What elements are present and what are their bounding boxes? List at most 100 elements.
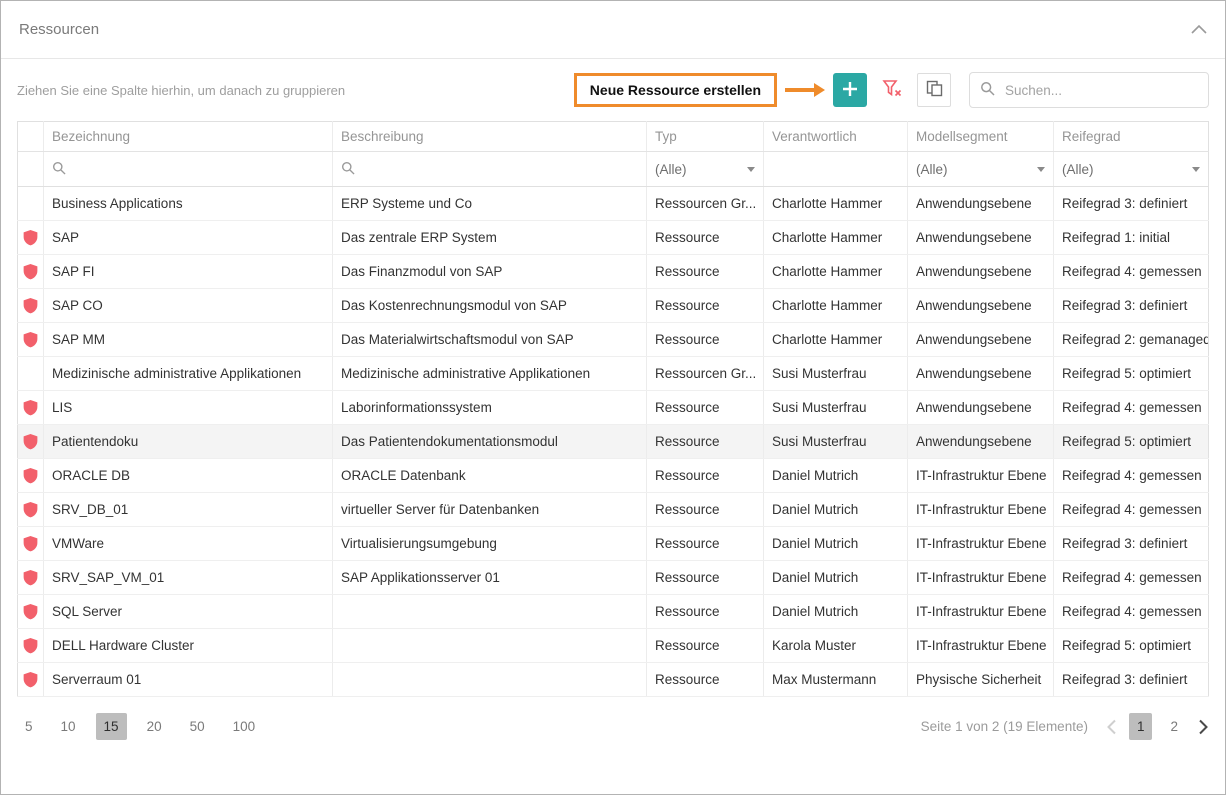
cell-modellsegment: IT-Infrastruktur Ebene	[908, 459, 1054, 493]
clear-filter-icon	[882, 79, 902, 101]
table-row[interactable]: DELL Hardware ClusterRessourceKarola Mus…	[18, 629, 1209, 663]
table-row[interactable]: Serverraum 01RessourceMax MustermannPhys…	[18, 663, 1209, 697]
next-page-icon[interactable]	[1198, 719, 1209, 735]
filter-row: (Alle) (Alle) (Alle)	[18, 152, 1209, 187]
prev-page-icon[interactable]	[1106, 719, 1117, 735]
cell-reifegrad: Reifegrad 5: optimiert	[1054, 629, 1209, 663]
table-row[interactable]: ORACLE DBORACLE DatenbankRessourceDaniel…	[18, 459, 1209, 493]
cell-typ: Ressource	[647, 221, 764, 255]
table-row[interactable]: SRV_DB_01virtueller Server für Datenbank…	[18, 493, 1209, 527]
column-chooser-button[interactable]	[917, 73, 951, 107]
search-icon	[980, 81, 995, 99]
page-size-option[interactable]: 50	[182, 713, 213, 740]
table-row[interactable]: SAP FIDas Finanzmodul von SAPRessourceCh…	[18, 255, 1209, 289]
shield-icon	[23, 399, 38, 416]
cell-bezeichnung: LIS	[44, 391, 333, 425]
table-row[interactable]: LISLaborinformationssystemRessourceSusi …	[18, 391, 1209, 425]
cell-beschreibung: Medizinische administrative Applikatione…	[333, 357, 647, 391]
page-number[interactable]: 1	[1129, 713, 1153, 740]
cell-modellsegment: Anwendungsebene	[908, 289, 1054, 323]
search-box[interactable]	[969, 72, 1209, 108]
cell-modellsegment: Anwendungsebene	[908, 391, 1054, 425]
page-size-option[interactable]: 20	[139, 713, 170, 740]
pager-info: Seite 1 von 2 (19 Elemente)	[921, 719, 1088, 734]
table-row[interactable]: SRV_SAP_VM_01SAP Applikationsserver 01Re…	[18, 561, 1209, 595]
cell-typ: Ressource	[647, 425, 764, 459]
filter-icon-cell	[18, 152, 44, 187]
chevron-down-icon	[1037, 167, 1045, 172]
cell-reifegrad: Reifegrad 4: gemessen	[1054, 459, 1209, 493]
add-resource-button[interactable]	[833, 73, 867, 107]
column-header-modellsegment[interactable]: Modellsegment	[908, 122, 1054, 152]
table-row[interactable]: VMWareVirtualisierungsumgebungRessourceD…	[18, 527, 1209, 561]
cell-bezeichnung: SAP FI	[44, 255, 333, 289]
row-type-cell	[18, 289, 44, 323]
clear-filter-button[interactable]	[875, 73, 909, 107]
row-type-cell	[18, 391, 44, 425]
cell-bezeichnung: Serverraum 01	[44, 663, 333, 697]
row-type-cell	[18, 323, 44, 357]
cell-reifegrad: Reifegrad 4: gemessen	[1054, 391, 1209, 425]
search-input[interactable]	[1003, 82, 1198, 99]
resources-table: Bezeichnung Beschreibung Typ Verantwortl…	[17, 121, 1209, 697]
row-type-cell	[18, 527, 44, 561]
row-type-cell	[18, 595, 44, 629]
pager: 5 10 15 20 50 100 Seite 1 von 2 (19 Elemente)…	[1, 697, 1225, 756]
cell-verantwortlich: Charlotte Hammer	[764, 255, 908, 289]
cell-modellsegment: Anwendungsebene	[908, 357, 1054, 391]
column-header-reifegrad[interactable]: Reifegrad	[1054, 122, 1209, 152]
filter-value: (Alle)	[916, 162, 948, 177]
page-size-option[interactable]: 100	[225, 713, 264, 740]
shield-icon	[23, 671, 38, 688]
shield-icon	[23, 637, 38, 654]
column-header-verantwortlich[interactable]: Verantwortlich	[764, 122, 908, 152]
column-header-beschreibung[interactable]: Beschreibung	[333, 122, 647, 152]
filter-verantwortlich[interactable]	[764, 152, 908, 187]
page-number[interactable]: 2	[1162, 713, 1186, 740]
row-type-cell	[18, 493, 44, 527]
table-row[interactable]: Business ApplicationsERP Systeme und CoR…	[18, 187, 1209, 221]
shield-icon	[23, 467, 38, 484]
filter-value: (Alle)	[655, 162, 687, 177]
cell-verantwortlich: Charlotte Hammer	[764, 187, 908, 221]
cell-verantwortlich: Susi Musterfrau	[764, 357, 908, 391]
row-type-cell	[18, 255, 44, 289]
cell-beschreibung: Das zentrale ERP System	[333, 221, 647, 255]
table-row[interactable]: Medizinische administrative Applikatione…	[18, 357, 1209, 391]
row-type-cell	[18, 663, 44, 697]
filter-select-reifegrad[interactable]: (Alle)	[1054, 152, 1209, 187]
filter-input-bezeichnung[interactable]	[44, 152, 333, 187]
page-size-option[interactable]: 5	[17, 713, 41, 740]
table-row[interactable]: SAPDas zentrale ERP SystemRessourceCharl…	[18, 221, 1209, 255]
page-size-option[interactable]: 15	[96, 713, 127, 740]
column-header-typ[interactable]: Typ	[647, 122, 764, 152]
cell-modellsegment: Anwendungsebene	[908, 323, 1054, 357]
cell-modellsegment: Physische Sicherheit	[908, 663, 1054, 697]
annotation-arrow-icon	[785, 83, 825, 97]
column-header-bezeichnung[interactable]: Bezeichnung	[44, 122, 333, 152]
cell-beschreibung: Das Finanzmodul von SAP	[333, 255, 647, 289]
chevron-down-icon	[1192, 167, 1200, 172]
cell-reifegrad: Reifegrad 4: gemessen	[1054, 255, 1209, 289]
cell-reifegrad: Reifegrad 4: gemessen	[1054, 493, 1209, 527]
cell-typ: Ressourcen Gr...	[647, 187, 764, 221]
filter-input-beschreibung[interactable]	[333, 152, 647, 187]
collapse-panel-icon[interactable]	[1191, 25, 1207, 34]
shield-icon	[23, 433, 38, 450]
cell-typ: Ressource	[647, 629, 764, 663]
cell-modellsegment: Anwendungsebene	[908, 425, 1054, 459]
table-row[interactable]: SQL ServerRessourceDaniel MutrichIT-Infr…	[18, 595, 1209, 629]
cell-beschreibung: Laborinformationssystem	[333, 391, 647, 425]
cell-typ: Ressource	[647, 323, 764, 357]
row-type-cell	[18, 221, 44, 255]
cell-reifegrad: Reifegrad 3: definiert	[1054, 527, 1209, 561]
filter-select-typ[interactable]: (Alle)	[647, 152, 764, 187]
table-row[interactable]: PatientendokuDas Patientendokumentations…	[18, 425, 1209, 459]
table-row[interactable]: SAP CODas Kostenrechnungsmodul von SAPRe…	[18, 289, 1209, 323]
column-header-row: Bezeichnung Beschreibung Typ Verantwortl…	[18, 122, 1209, 152]
page-size-option[interactable]: 10	[53, 713, 84, 740]
filter-select-modellsegment[interactable]: (Alle)	[908, 152, 1054, 187]
group-panel-hint: Ziehen Sie eine Spalte hierhin, um danac…	[17, 83, 345, 98]
table-row[interactable]: SAP MMDas Materialwirtschaftsmodul von S…	[18, 323, 1209, 357]
cell-beschreibung: virtueller Server für Datenbanken	[333, 493, 647, 527]
